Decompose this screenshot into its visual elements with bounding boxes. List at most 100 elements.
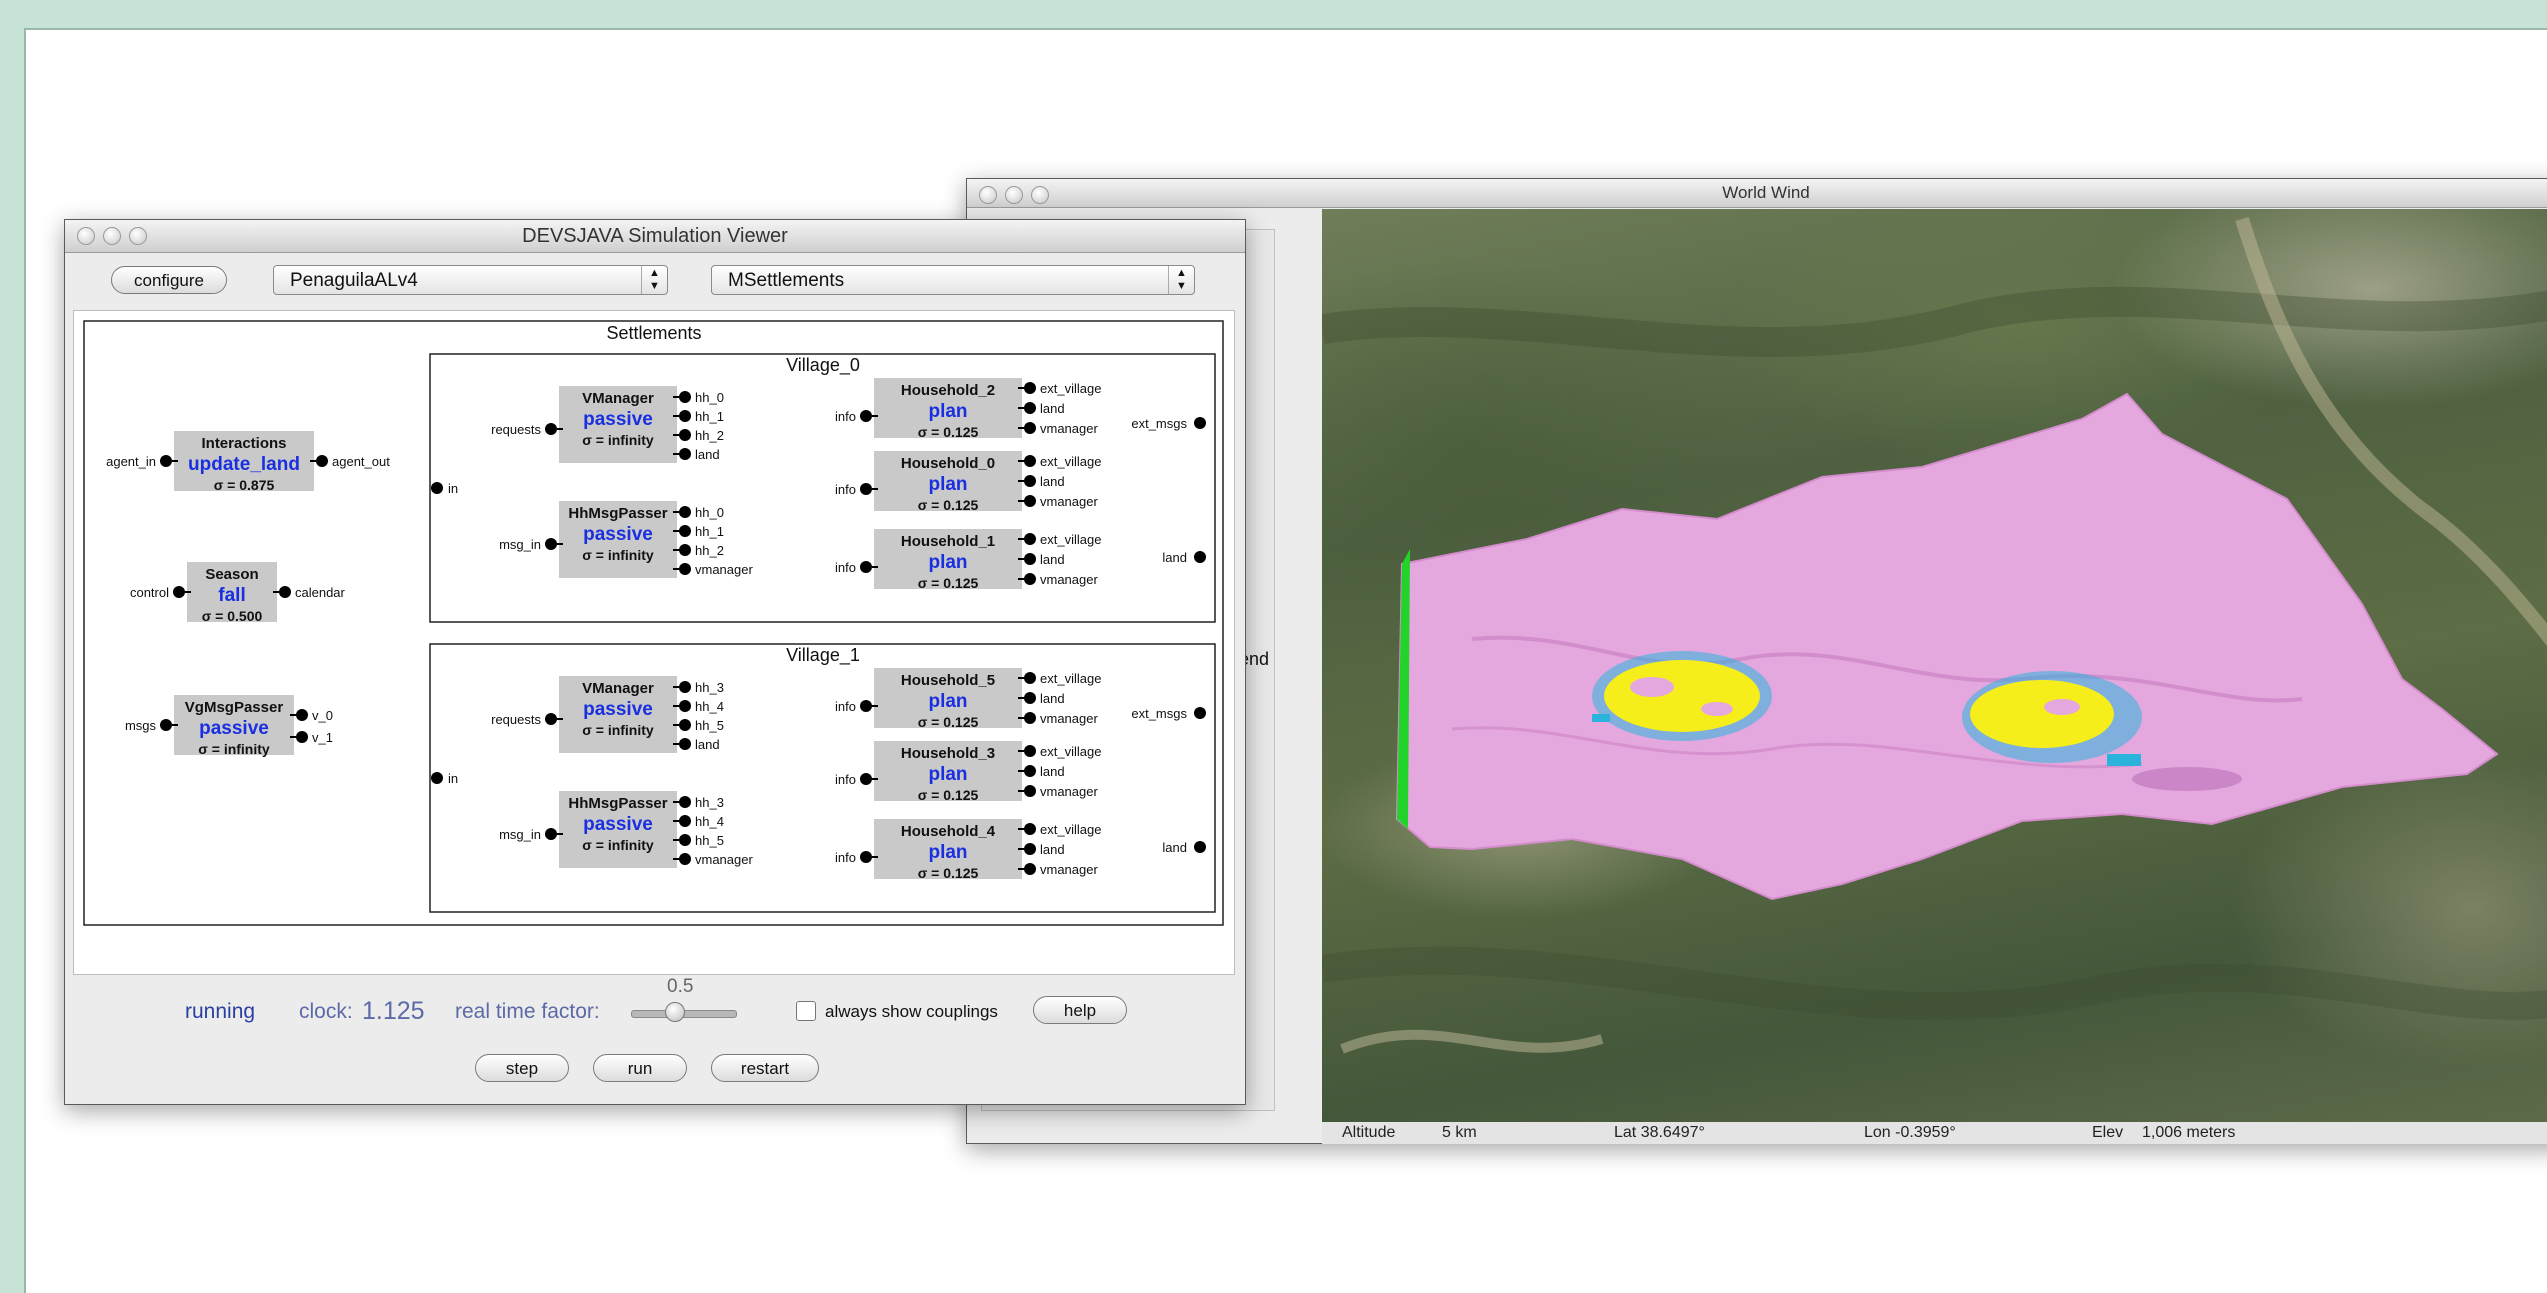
- model-select-value: PenaguilaALv4: [290, 270, 418, 291]
- port-dot: [679, 719, 691, 731]
- port-label: land: [1040, 474, 1065, 489]
- port-label: ext_village: [1040, 671, 1101, 686]
- port-dot: [679, 815, 691, 827]
- village-0-vmanager-phase: passive: [583, 409, 653, 430]
- port-dot: [679, 796, 691, 808]
- village-0-household-2-name: Household_2: [901, 382, 995, 399]
- zoom-icon[interactable]: [1031, 186, 1049, 204]
- close-icon[interactable]: [77, 227, 95, 245]
- port-dot: [860, 483, 872, 495]
- village-0-household-1-sigma: σ = 0.125: [918, 575, 979, 591]
- globe-view[interactable]: [1322, 209, 2547, 1122]
- village-0-household-1-phase: plan: [928, 552, 967, 573]
- coupled-model-diagram[interactable]: Settlements Interactions update_land σ = 0…: [74, 311, 1234, 974]
- village-1-household-5-sigma: σ = 0.125: [918, 714, 979, 730]
- port-label: msg_in: [499, 827, 541, 842]
- port-dot: [679, 525, 691, 537]
- village-0-household-1-name: Household_1: [901, 533, 995, 550]
- port-dot: [545, 713, 557, 725]
- port-dot: [860, 561, 872, 573]
- village-1-ext-msgs-port: [1194, 707, 1206, 719]
- port-dot: [679, 700, 691, 712]
- port-dot: [1024, 495, 1036, 507]
- port-label: calendar: [295, 585, 346, 600]
- port-label: vmanager: [1040, 572, 1098, 587]
- village-0-ext-msgs-port: [1194, 417, 1206, 429]
- port-dot: [1024, 823, 1036, 835]
- step-button[interactable]: step: [475, 1054, 569, 1082]
- port-label: vmanager: [695, 562, 753, 577]
- port-label: land: [1040, 842, 1065, 857]
- devsjava-window[interactable]: DEVSJAVA Simulation Viewer configure Pen…: [64, 219, 1246, 1105]
- restart-button[interactable]: restart: [711, 1054, 819, 1082]
- minimize-icon[interactable]: [1005, 186, 1023, 204]
- port-dot: [1024, 785, 1036, 797]
- port-label: land: [1040, 691, 1065, 706]
- port-dot: [1024, 712, 1036, 724]
- devsjava-title: DEVSJAVA Simulation Viewer: [522, 225, 788, 247]
- village-1-household-4-name: Household_4: [901, 823, 996, 840]
- port-label: vmanager: [1040, 494, 1098, 509]
- worldwind-titlebar[interactable]: World Wind: [967, 179, 2547, 208]
- component-select[interactable]: MSettlements ▲ ▼: [711, 265, 1195, 295]
- port-label: hh_3: [695, 795, 724, 810]
- port-dot: [679, 448, 691, 460]
- village-0-vmanager-sigma: σ = infinity: [582, 432, 654, 448]
- port-label: hh_1: [695, 524, 724, 539]
- village-0-in-port: [431, 482, 443, 494]
- port-label: vmanager: [1040, 862, 1098, 877]
- port-label: v_0: [312, 708, 333, 723]
- port-label: vmanager: [1040, 711, 1098, 726]
- port-label: info: [835, 409, 856, 424]
- worldwind-statusbar: Altitude 5 km Lat 38.6497° Lon -0.3959° …: [1322, 1122, 2547, 1144]
- port-dot: [860, 700, 872, 712]
- devsjava-titlebar[interactable]: DEVSJAVA Simulation Viewer: [65, 220, 1245, 253]
- zoom-icon[interactable]: [129, 227, 147, 245]
- run-button[interactable]: run: [593, 1054, 687, 1082]
- village-0-title: Village_0: [786, 355, 860, 376]
- village-0-household-2-phase: plan: [928, 401, 967, 422]
- season-sigma: σ = 0.500: [202, 608, 263, 624]
- minimize-icon[interactable]: [103, 227, 121, 245]
- port-dot: [1024, 553, 1036, 565]
- port-dot: [679, 429, 691, 441]
- port-dot: [160, 719, 172, 731]
- village-0-hhmsgpasser-phase: passive: [583, 524, 653, 545]
- port-dot: [316, 455, 328, 467]
- vgmsgpasser-phase: passive: [199, 718, 269, 739]
- worldwind-title: World Wind: [1722, 183, 1810, 202]
- village-1-household-4-sigma: σ = 0.125: [918, 865, 979, 881]
- village-1-vmanager-sigma: σ = infinity: [582, 722, 654, 738]
- village-1-land-label: land: [1162, 840, 1187, 855]
- clock-value: 1.125: [362, 997, 425, 1025]
- real-time-factor-value: 0.5: [667, 976, 694, 997]
- slider-knob[interactable]: [665, 1002, 685, 1022]
- village-0-hhmsgpasser-name: HhMsgPasser: [568, 505, 667, 522]
- always-show-couplings-checkbox[interactable]: [796, 1001, 816, 1021]
- port-label: info: [835, 482, 856, 497]
- village-1-hhmsgpasser-name: HhMsgPasser: [568, 795, 667, 812]
- port-label: ext_village: [1040, 532, 1101, 547]
- updown-arrows-icon: ▲ ▼: [641, 266, 667, 294]
- port-dot: [679, 738, 691, 750]
- altitude-value: 5 km: [1442, 1124, 1477, 1141]
- port-dot: [1024, 475, 1036, 487]
- village-0-land-port: [1194, 551, 1206, 563]
- altitude-label: Altitude: [1342, 1124, 1396, 1141]
- port-dot: [1024, 455, 1036, 467]
- clock-label: clock:: [299, 1000, 353, 1023]
- port-dot: [860, 851, 872, 863]
- port-dot: [1024, 765, 1036, 777]
- port-label: hh_5: [695, 833, 724, 848]
- village-0-land-label: land: [1162, 550, 1187, 565]
- model-canvas[interactable]: Settlements Interactions update_land σ = 0…: [73, 310, 1235, 975]
- port-label: land: [695, 447, 720, 462]
- port-label: hh_2: [695, 428, 724, 443]
- help-button[interactable]: help: [1033, 996, 1127, 1024]
- model-select[interactable]: PenaguilaALv4 ▲ ▼: [273, 265, 668, 295]
- port-dot: [545, 423, 557, 435]
- port-label: vmanager: [695, 852, 753, 867]
- port-dot: [1024, 692, 1036, 704]
- configure-button[interactable]: configure: [111, 266, 227, 294]
- close-icon[interactable]: [979, 186, 997, 204]
